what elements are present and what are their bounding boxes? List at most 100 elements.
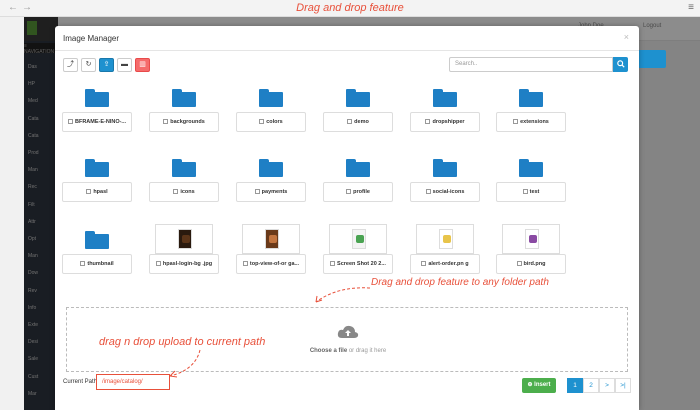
modal-title: Image Manager xyxy=(63,34,120,43)
item-name: profile xyxy=(353,189,370,195)
background-button xyxy=(636,50,666,68)
folder-icon[interactable] xyxy=(346,159,370,177)
folder-icon[interactable] xyxy=(85,159,109,177)
select-checkbox[interactable] xyxy=(80,261,86,267)
item-name: thumbnail xyxy=(87,261,114,267)
choose-file-link[interactable]: Choose a file xyxy=(310,348,347,354)
select-checkbox[interactable] xyxy=(242,261,248,267)
folder-icon[interactable] xyxy=(85,231,109,249)
folder-icon[interactable] xyxy=(172,159,196,177)
image-item[interactable]: bird.png xyxy=(496,254,566,274)
select-checkbox[interactable] xyxy=(516,261,522,267)
folder-icon[interactable] xyxy=(259,159,283,177)
item-name: backgrounds xyxy=(170,119,205,125)
image-thumbnail[interactable] xyxy=(329,224,387,254)
image-thumbnail[interactable] xyxy=(242,224,300,254)
item-name: dropshipper xyxy=(432,119,465,125)
folder-item[interactable]: thumbnail xyxy=(62,254,132,274)
select-checkbox[interactable] xyxy=(513,119,519,125)
search-button[interactable] xyxy=(613,57,628,72)
select-checkbox[interactable] xyxy=(163,119,169,125)
folder-item[interactable]: backgrounds xyxy=(149,112,219,132)
folder-icon[interactable] xyxy=(85,89,109,107)
folder-item[interactable]: profile xyxy=(323,182,393,202)
folder-icon[interactable] xyxy=(433,89,457,107)
select-checkbox[interactable] xyxy=(522,189,528,195)
item-name: icons xyxy=(180,189,195,195)
item-name: Screen Shot 20 2... xyxy=(337,261,386,267)
cloud-upload-icon xyxy=(337,325,359,338)
image-thumbnail[interactable] xyxy=(416,224,474,254)
modal-header: Image Manager × xyxy=(55,26,639,51)
image-item[interactable]: alert-order.pn g xyxy=(410,254,480,274)
folder-icon[interactable] xyxy=(519,159,543,177)
folder-item[interactable]: dropshipper xyxy=(410,112,480,132)
folder-item[interactable]: hpasl xyxy=(62,182,132,202)
annotation-folder-dnd: Drag and drop feature to any folder path xyxy=(371,277,549,288)
page-1[interactable]: 1 xyxy=(567,378,583,393)
folder-icon[interactable] xyxy=(519,89,543,107)
item-name: top-view-of-or ga... xyxy=(249,261,300,267)
folder-item[interactable]: extensions xyxy=(496,112,566,132)
delete-button[interactable]: ▥ xyxy=(135,58,150,72)
select-checkbox[interactable] xyxy=(67,119,73,125)
folder-item[interactable]: payments xyxy=(236,182,306,202)
dropzone-hint: or drag it here xyxy=(347,348,387,354)
select-checkbox[interactable] xyxy=(259,119,265,125)
search-input[interactable]: Search.. xyxy=(449,57,613,72)
insert-button[interactable]: ⊕ Insert xyxy=(522,378,556,393)
item-name: BFRAME-E-NINO-... xyxy=(74,119,127,125)
page-last[interactable]: >| xyxy=(615,378,631,393)
item-name: hpasl-login-bg .jpg xyxy=(162,261,213,267)
select-checkbox[interactable] xyxy=(347,119,353,125)
folder-item[interactable]: colors xyxy=(236,112,306,132)
item-name: colors xyxy=(266,119,283,125)
folder-item[interactable]: BFRAME-E-NINO-... xyxy=(62,112,132,132)
parent-folder-button[interactable]: ⤴ xyxy=(63,58,78,72)
new-folder-button[interactable]: ▬ xyxy=(117,58,132,72)
folder-item[interactable]: social-icons xyxy=(410,182,480,202)
select-checkbox[interactable] xyxy=(425,189,431,195)
item-name: demo xyxy=(354,119,369,125)
annotation-arrow-folder xyxy=(315,287,371,303)
item-name: test xyxy=(529,189,540,195)
select-checkbox[interactable] xyxy=(86,189,92,195)
select-checkbox[interactable] xyxy=(425,119,431,125)
folder-item[interactable]: demo xyxy=(323,112,393,132)
select-checkbox[interactable] xyxy=(155,261,161,267)
close-icon[interactable]: × xyxy=(624,32,629,42)
image-item[interactable]: hpasl-login-bg .jpg xyxy=(149,254,219,274)
image-item[interactable]: top-view-of-or ga... xyxy=(236,254,306,274)
item-name: hpasl xyxy=(93,189,108,195)
item-name: alert-order.pn g xyxy=(428,261,469,267)
folder-item[interactable]: test xyxy=(496,182,566,202)
item-name: payments xyxy=(261,189,288,195)
annotation-upload-dnd: drag n drop upload to current path xyxy=(99,336,266,348)
page-2[interactable]: 2 xyxy=(583,378,599,393)
page-next[interactable]: > xyxy=(599,378,615,393)
image-thumbnail[interactable] xyxy=(502,224,560,254)
annotation-arrow-upload xyxy=(169,349,201,378)
banner-title: Drag and drop feature xyxy=(296,2,404,14)
select-checkbox[interactable] xyxy=(173,189,179,195)
select-checkbox[interactable] xyxy=(254,189,260,195)
folder-icon[interactable] xyxy=(346,89,370,107)
folder-icon[interactable] xyxy=(259,89,283,107)
image-manager-modal: Image Manager × ⤴ ↻ ⇪ ▬ ▥ Search.. BFRAM… xyxy=(55,26,639,410)
browser-toolbar: ← → Drag and drop feature ≡ xyxy=(0,0,700,17)
folder-icon[interactable] xyxy=(172,89,196,107)
folder-item[interactable]: icons xyxy=(149,182,219,202)
image-item[interactable]: Screen Shot 20 2... xyxy=(323,254,393,274)
refresh-button[interactable]: ↻ xyxy=(81,58,96,72)
select-checkbox[interactable] xyxy=(421,261,427,267)
select-checkbox[interactable] xyxy=(346,189,352,195)
image-thumbnail[interactable] xyxy=(155,224,213,254)
item-name: social-icons xyxy=(432,189,465,195)
item-name: bird.png xyxy=(523,261,546,267)
item-name: extensions xyxy=(520,119,549,125)
folder-icon[interactable] xyxy=(433,159,457,177)
current-path-label: Current Path: xyxy=(63,379,99,385)
select-checkbox[interactable] xyxy=(330,261,336,267)
menu-icon[interactable]: ≡ xyxy=(688,2,694,13)
upload-button[interactable]: ⇪ xyxy=(99,58,114,72)
